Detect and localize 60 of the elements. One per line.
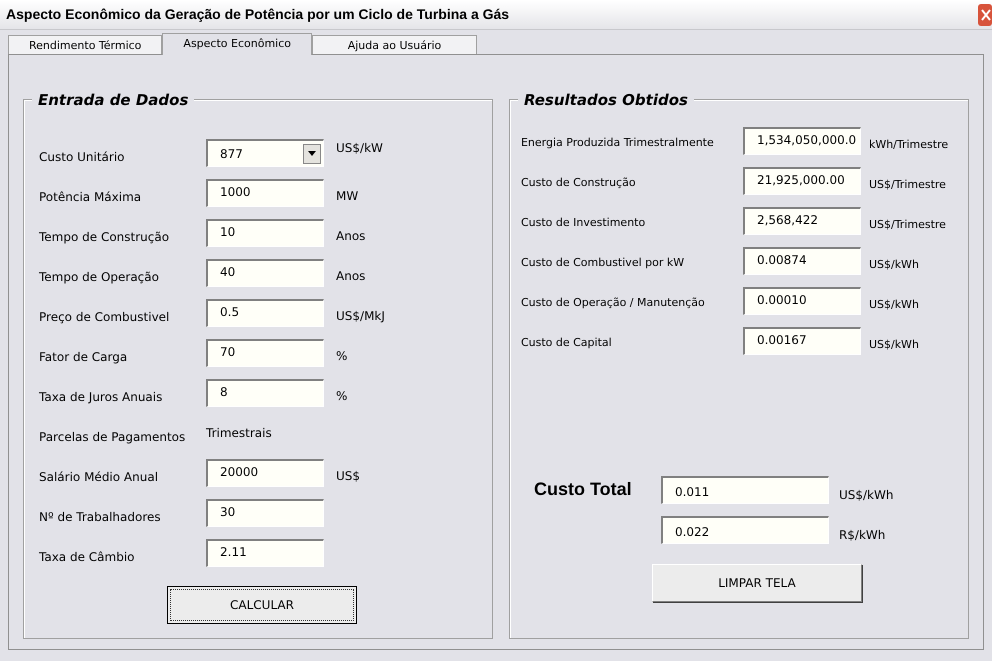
tab[interactable]: Aspecto Econômico bbox=[162, 33, 312, 55]
dropdown[interactable]: 877 bbox=[206, 139, 324, 167]
unit-label: US$/kWh bbox=[838, 487, 894, 504]
input-field[interactable]: 8 bbox=[206, 379, 324, 407]
tab[interactable]: Rendimento Térmico bbox=[8, 35, 162, 54]
field-label: Custo Unitário bbox=[39, 149, 126, 166]
result-field: 2,568,422 bbox=[742, 207, 861, 235]
input-field[interactable]: 1000 bbox=[206, 179, 324, 207]
input-field[interactable]: 70 bbox=[206, 339, 324, 367]
window-title: Aspecto Econômico da Geração de Potência por um Ciclo de Turbina a Gás bbox=[6, 5, 510, 24]
clear-button[interactable]: LIMPAR TELA bbox=[652, 564, 862, 602]
unit-label: Anos bbox=[336, 268, 366, 285]
unit-label: US$/kWh bbox=[868, 256, 919, 273]
result-label: Custo de Combustivel por kW bbox=[520, 254, 686, 271]
unit-label: US$/Trimestre bbox=[868, 176, 946, 193]
unit-label: US$/kW bbox=[336, 140, 383, 157]
result-label: Custo de Operação / Manutenção bbox=[520, 294, 706, 311]
total-label: Custo Total bbox=[534, 478, 633, 501]
field-value: Trimestrais bbox=[206, 425, 272, 442]
result-field: 1,534,050,000.0 bbox=[742, 127, 861, 155]
unit-label: US$/MkJ bbox=[336, 308, 385, 325]
unit-label: US$ bbox=[336, 468, 360, 485]
unit-label: US$/kWh bbox=[868, 336, 919, 353]
result-field: 0.00167 bbox=[742, 327, 861, 355]
field-label: Tempo de Construção bbox=[39, 229, 170, 246]
result-label: Custo de Construção bbox=[520, 174, 637, 191]
field-label: Potência Máxima bbox=[39, 189, 142, 206]
result-field: 21,925,000.00 bbox=[742, 167, 861, 195]
field-label: Preço de Combustivel bbox=[39, 309, 170, 326]
input-field[interactable]: 20000 bbox=[206, 459, 324, 487]
result-label: Custo de Investimento bbox=[520, 214, 646, 231]
field-label: Taxa de Juros Anuais bbox=[39, 389, 164, 406]
input-field[interactable]: 0.5 bbox=[206, 299, 324, 327]
input-field[interactable]: 0.011 bbox=[660, 476, 829, 504]
tab[interactable]: Ajuda ao Usuário bbox=[312, 35, 477, 54]
unit-label: MW bbox=[336, 188, 358, 205]
result-label: Energia Produzida Trimestralmente bbox=[520, 134, 715, 151]
result-field: 0.00010 bbox=[742, 287, 861, 315]
unit-label: % bbox=[336, 388, 348, 405]
field-label: Nº de Trabalhadores bbox=[39, 509, 162, 526]
unit-label: Anos bbox=[336, 228, 366, 245]
result-label: Custo de Capital bbox=[520, 334, 613, 351]
unit-label: R$/kWh bbox=[838, 527, 886, 544]
field-label: Salário Médio Anual bbox=[39, 469, 160, 486]
input-field[interactable]: 0.022 bbox=[660, 516, 829, 544]
field-label: Taxa de Câmbio bbox=[39, 549, 136, 566]
field-label: Parcelas de Pagamentos bbox=[39, 429, 186, 446]
input-field[interactable]: 10 bbox=[206, 219, 324, 247]
unit-label: US$/kWh bbox=[868, 296, 919, 313]
input-field[interactable]: 40 bbox=[206, 259, 324, 287]
close-icon[interactable] bbox=[978, 4, 992, 26]
input-field[interactable]: 2.11 bbox=[206, 539, 324, 567]
unit-label: % bbox=[336, 348, 348, 365]
calculate-button[interactable]: CALCULAR bbox=[167, 586, 357, 624]
input-field[interactable]: 30 bbox=[206, 499, 324, 527]
field-label: Fator de Carga bbox=[39, 349, 128, 366]
result-field: 0.00874 bbox=[742, 247, 861, 275]
unit-label: US$/Trimestre bbox=[868, 216, 946, 233]
unit-label: kWh/Trimestre bbox=[868, 136, 948, 153]
field-label: Tempo de Operação bbox=[39, 269, 160, 286]
